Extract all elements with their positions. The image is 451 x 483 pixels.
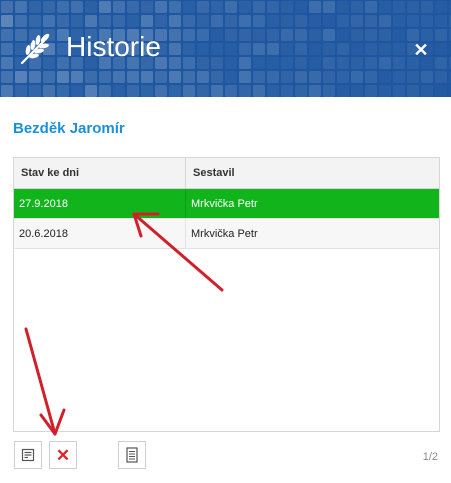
table-header: Stav ke dni Sestavil — [14, 158, 439, 189]
document-icon — [126, 447, 138, 463]
cell-author: Mrkvička Petr — [191, 227, 258, 240]
cell-date: 27.9.2018 — [14, 189, 186, 218]
table-row-selected[interactable]: 27.9.2018 Mrkvička Petr — [14, 189, 439, 219]
edit-note-icon — [21, 448, 35, 462]
edit-button[interactable] — [14, 441, 42, 469]
document-button[interactable] — [118, 441, 146, 469]
close-button[interactable]: ✕ — [407, 36, 435, 64]
page-indicator: 1/2 — [422, 451, 438, 463]
table-row[interactable]: 20.6.2018 Mrkvička Petr — [14, 219, 439, 249]
cell-author: Mrkvička Petr — [191, 197, 258, 210]
close-icon: ✕ — [413, 39, 429, 60]
column-header-author[interactable]: Sestavil — [186, 158, 439, 188]
delete-icon: ✕ — [55, 445, 71, 465]
column-header-date[interactable]: Stav ke dni — [14, 158, 186, 188]
history-table: Stav ke dni Sestavil 27.9.2018 Mrkvička … — [13, 157, 440, 432]
cell-date: 20.6.2018 — [14, 219, 186, 248]
dialog-title: Historie — [66, 31, 161, 62]
dialog-header: Historie ✕ — [0, 0, 451, 97]
delete-button[interactable]: ✕ — [49, 441, 77, 469]
wheat-logo-icon — [20, 33, 50, 65]
person-name: Bezděk Jaromír — [13, 120, 125, 137]
